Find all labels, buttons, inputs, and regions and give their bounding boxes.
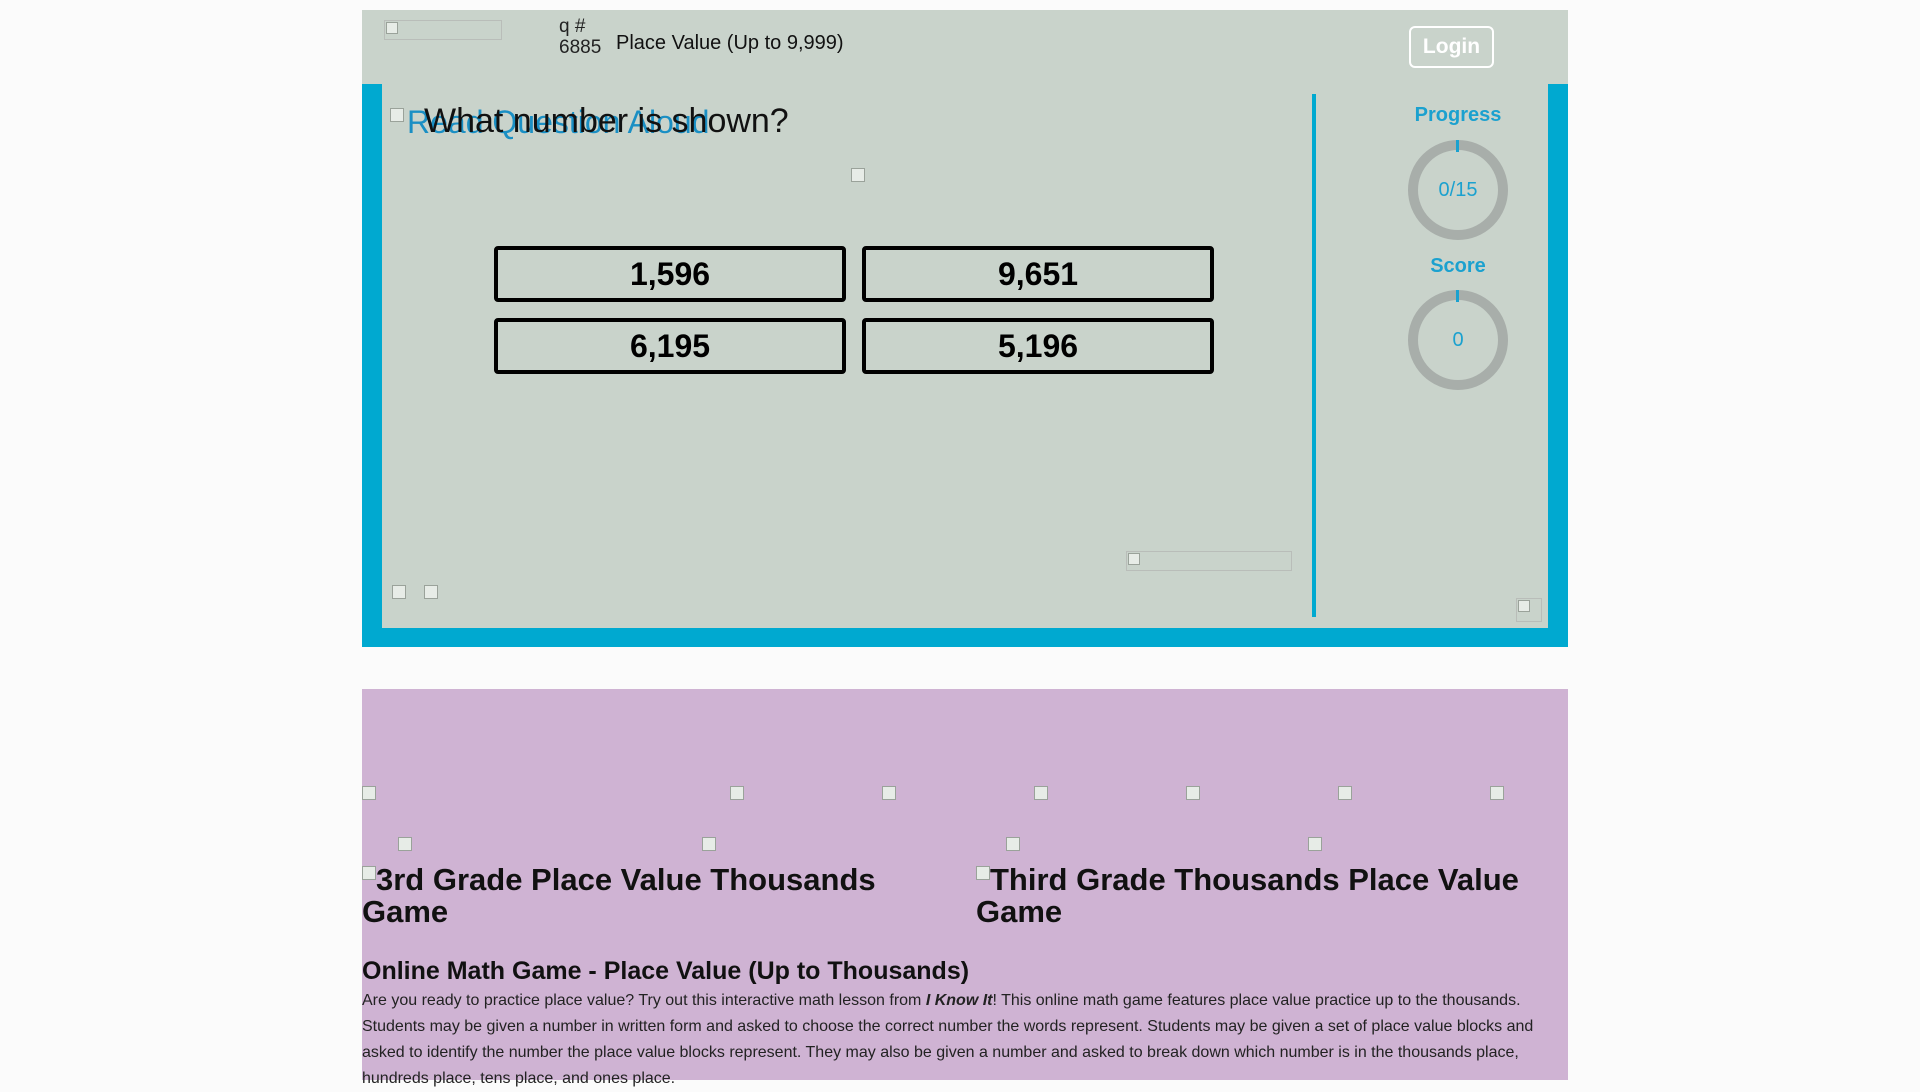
answer-option[interactable]: 1,596 <box>494 246 846 302</box>
game-screenshot-image <box>976 866 990 880</box>
progress-indicator <box>1456 140 1459 152</box>
progress-label: Progress <box>1414 104 1502 126</box>
grade-link-image[interactable] <box>362 786 376 800</box>
answer-option[interactable]: 6,195 <box>494 318 846 374</box>
game-frame: q # 6885 Place Value (Up to 9,999) Login… <box>362 10 1568 647</box>
score-indicator <box>1456 290 1459 302</box>
question-number: q # 6885 <box>559 16 602 58</box>
grade-link-image[interactable] <box>1186 786 1200 800</box>
rating-image <box>398 837 412 851</box>
grade-link-image[interactable] <box>1490 786 1504 800</box>
progress-ring: 0/15 <box>1408 140 1508 240</box>
caption-text: 3rd Grade Place Value Thousands Game <box>362 862 876 929</box>
lesson-title: Place Value (Up to 9,999) <box>616 32 844 54</box>
rating-image <box>1308 837 1322 851</box>
score-label: Score <box>1430 255 1486 277</box>
about-text-part: Are you ready to practice place value? T… <box>362 992 926 1009</box>
banner-image <box>1126 551 1292 571</box>
answer-option[interactable]: 9,651 <box>862 246 1214 302</box>
grade-link-image[interactable] <box>1338 786 1352 800</box>
tool-icon[interactable] <box>424 585 438 599</box>
speaker-icon <box>390 108 404 122</box>
login-button[interactable]: Login <box>1409 26 1494 68</box>
site-logo-image[interactable] <box>384 20 502 40</box>
play-area: Read Question Aloud What number is shown… <box>382 84 1548 628</box>
about-heading: Online Math Game - Place Value (Up to Th… <box>362 957 970 985</box>
score-ring: 0 <box>1408 290 1508 390</box>
progress-value: 0/15 <box>1438 178 1478 201</box>
game-screenshot-image <box>362 866 376 880</box>
grade-link-image[interactable] <box>1034 786 1048 800</box>
game-screenshot-caption: 3rd Grade Place Value Thousands Game <box>362 864 952 928</box>
question-text: What number is shown? <box>424 102 789 140</box>
game-header: q # 6885 Place Value (Up to 9,999) Login <box>362 10 1568 84</box>
info-section: 3rd Grade Place Value Thousands Game Thi… <box>362 689 1568 1087</box>
about-paragraph: Are you ready to practice place value? T… <box>362 988 1562 1092</box>
brand-name: I Know It <box>925 992 993 1009</box>
place-value-blocks-image <box>851 168 865 182</box>
settings-icon[interactable] <box>1516 598 1542 622</box>
score-value: 0 <box>1452 328 1464 351</box>
rating-image <box>1006 837 1020 851</box>
rating-image <box>702 837 716 851</box>
grade-link-image[interactable] <box>730 786 744 800</box>
game-screenshot-caption: Third Grade Thousands Place Value Game <box>976 864 1566 928</box>
panel-divider <box>1312 94 1316 617</box>
grade-link-image[interactable] <box>882 786 896 800</box>
caption-text: Third Grade Thousands Place Value Game <box>976 862 1519 929</box>
answer-option[interactable]: 5,196 <box>862 318 1214 374</box>
tool-icon[interactable] <box>392 585 406 599</box>
